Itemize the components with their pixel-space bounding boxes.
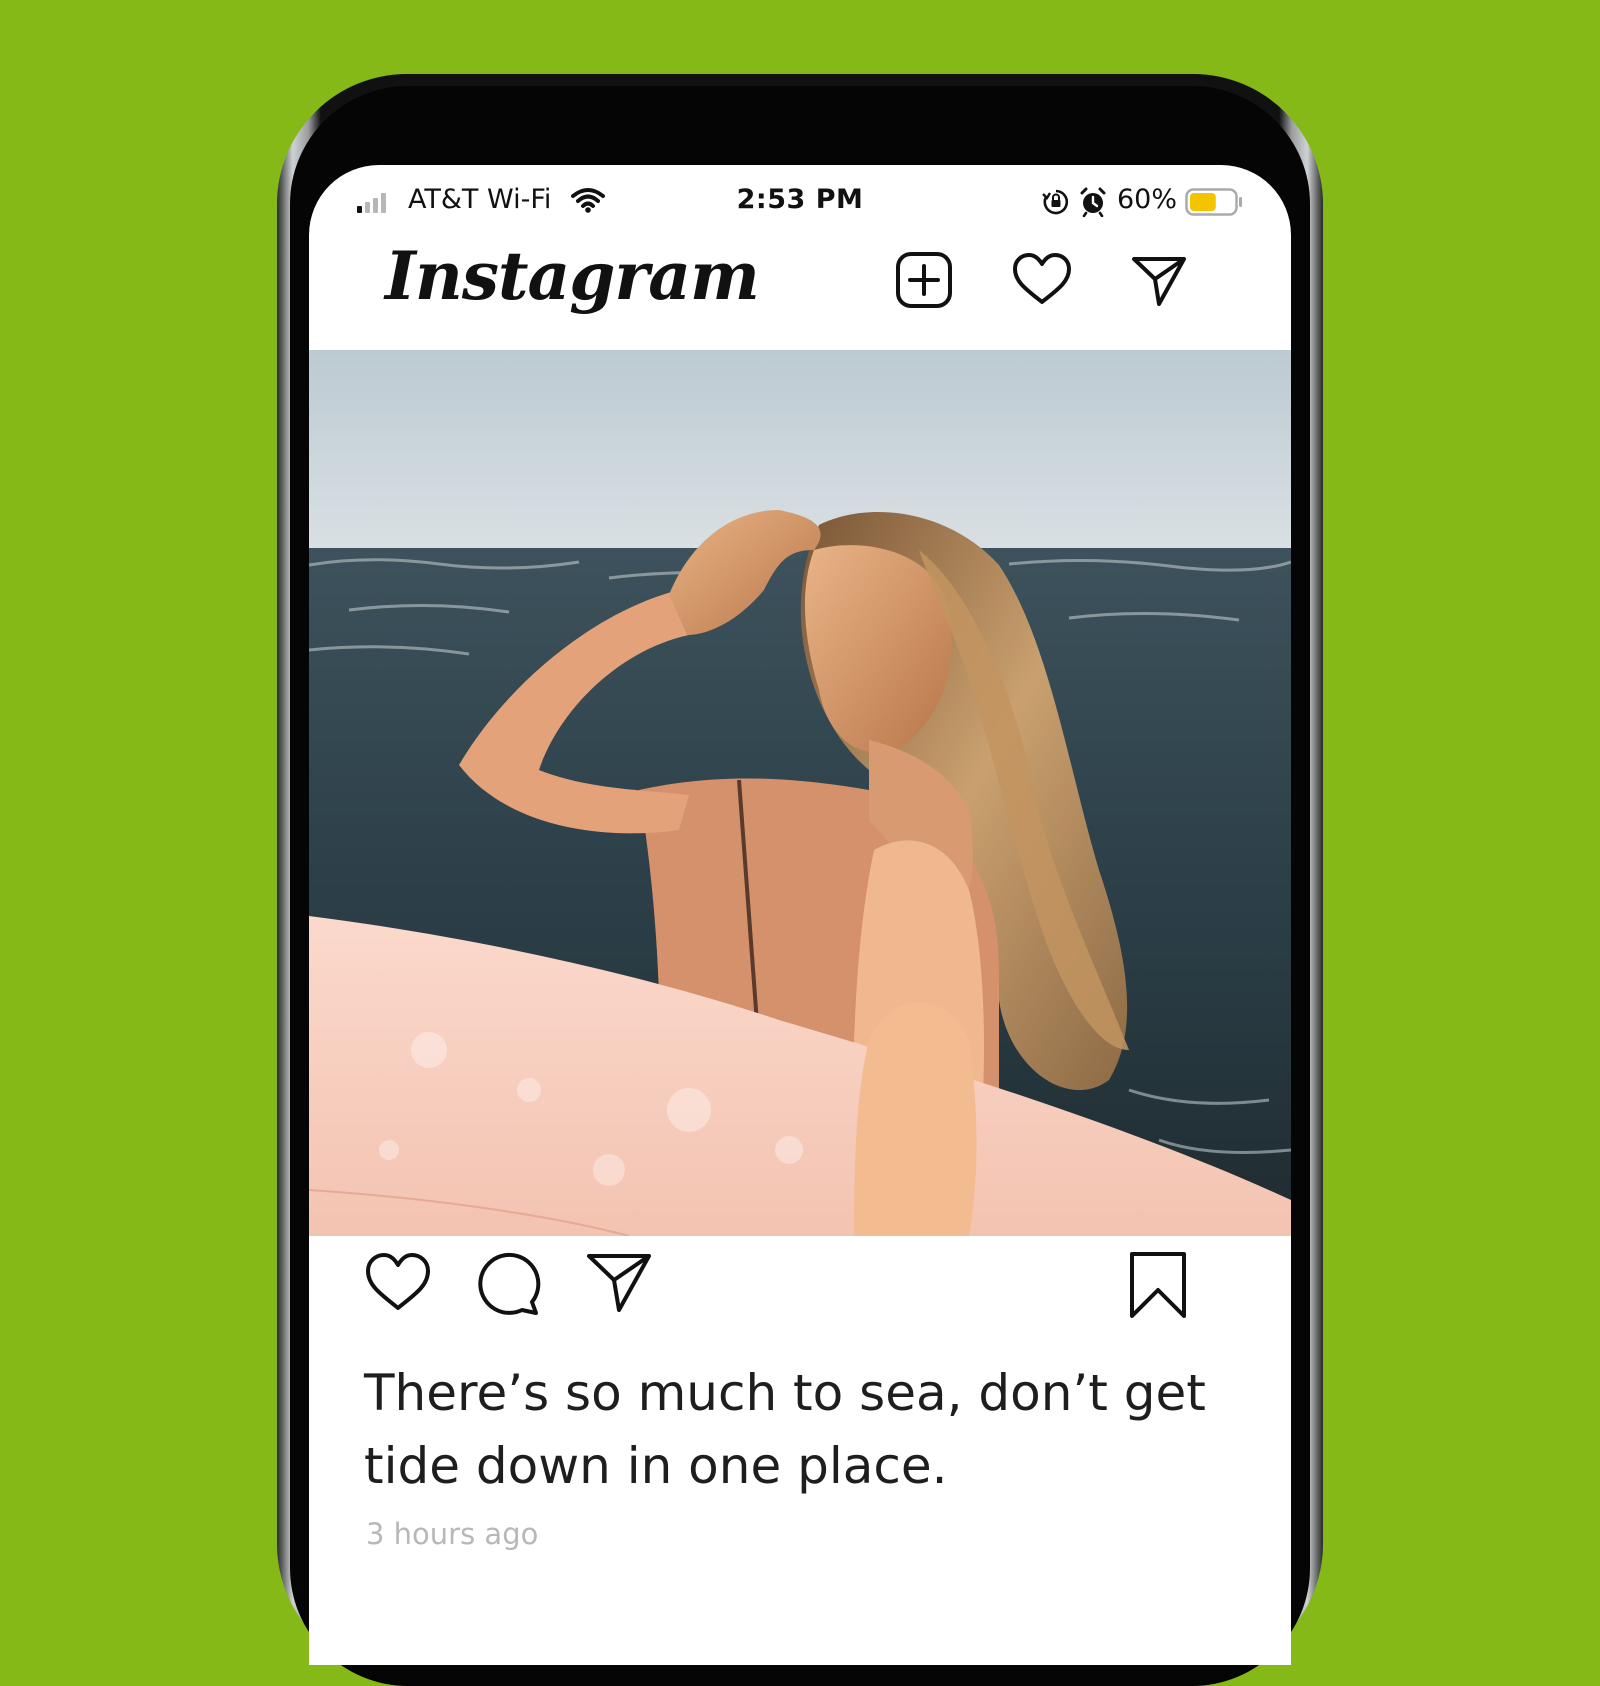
post-timestamp: 3 hours ago (366, 1517, 539, 1551)
status-bar: AT&T Wi-Fi 2:53 PM 60% (309, 183, 1291, 223)
share-icon[interactable] (585, 1250, 653, 1314)
add-post-icon[interactable] (893, 249, 955, 311)
phone-screen: AT&T Wi-Fi 2:53 PM 60% Instagram There’s… (309, 165, 1291, 1665)
app-header: Instagram (309, 235, 1291, 345)
post-photo[interactable] (309, 350, 1291, 1236)
battery-percent: 60% (1117, 184, 1178, 215)
comment-icon[interactable] (474, 1250, 542, 1318)
post-caption: There’s so much to sea, don’t get tide d… (364, 1364, 1206, 1495)
rotation-lock-icon (1042, 189, 1069, 215)
battery-icon (1185, 188, 1242, 216)
post-actions (309, 1240, 1291, 1340)
bookmark-icon[interactable] (1127, 1250, 1189, 1320)
alarm-icon (1080, 187, 1106, 217)
like-icon[interactable] (364, 1250, 432, 1314)
heart-icon[interactable] (1011, 249, 1073, 311)
instagram-logo[interactable]: Instagram (385, 237, 760, 315)
direct-message-icon[interactable] (1128, 249, 1190, 311)
